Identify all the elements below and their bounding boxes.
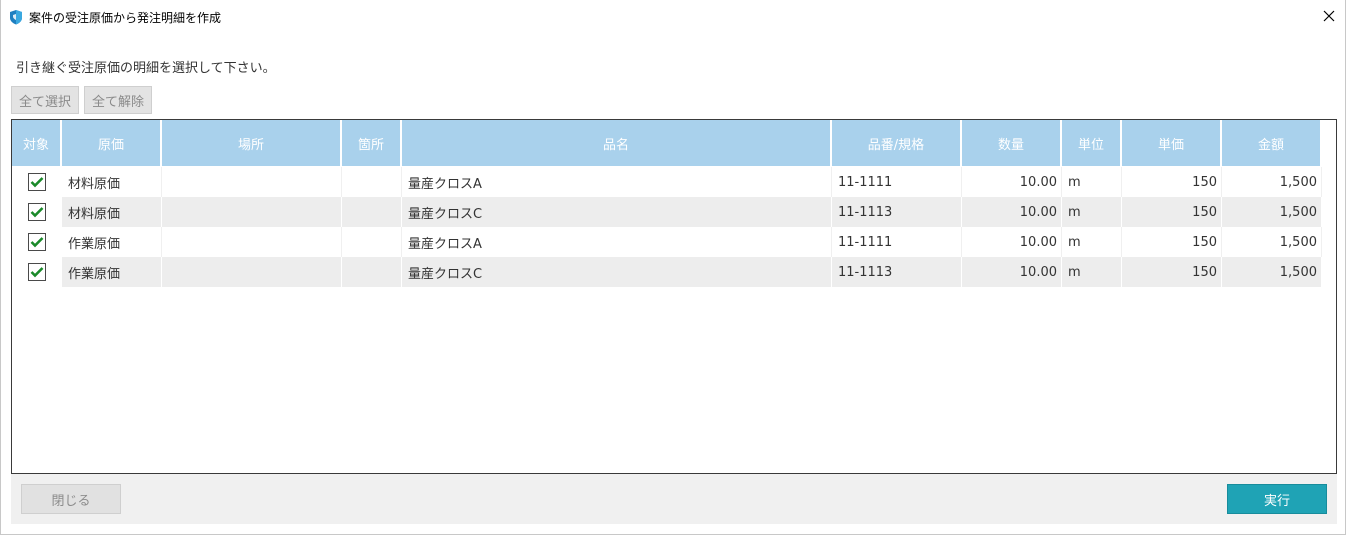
title-bar: 案件の受注原価から発注明細を作成 <box>1 0 1345 32</box>
shield-app-icon <box>9 9 23 25</box>
row-checkbox-cell[interactable] <box>12 197 62 227</box>
product-code-cell: 11-1113 <box>832 197 962 227</box>
amount-cell: 1,500 <box>1222 257 1322 287</box>
unit-price-cell: 150 <box>1122 197 1222 227</box>
unit-cell: m <box>1062 167 1122 197</box>
execute-button[interactable]: 実行 <box>1227 484 1327 514</box>
location-cell <box>162 167 342 197</box>
checkmark-icon <box>30 207 44 218</box>
spot-cell <box>342 167 402 197</box>
amount-cell: 1,500 <box>1222 227 1322 257</box>
quantity-cell: 10.00 <box>962 197 1062 227</box>
spot-cell <box>342 257 402 287</box>
product-code-cell: 11-1113 <box>832 257 962 287</box>
row-checkbox-cell[interactable] <box>12 257 62 287</box>
window-title: 案件の受注原価から発注明細を作成 <box>29 11 222 25</box>
row-checkbox[interactable] <box>28 233 46 251</box>
row-checkbox[interactable] <box>28 173 46 191</box>
quantity-cell: 10.00 <box>962 227 1062 257</box>
row-checkbox-cell[interactable] <box>12 167 62 197</box>
product-name-cell: 量産クロスC <box>402 257 832 287</box>
quantity-cell: 10.00 <box>962 257 1062 287</box>
select-all-button[interactable]: 全て選択 <box>11 86 79 114</box>
column-header-product-code[interactable]: 品番/規格 <box>832 120 962 166</box>
unit-cell: m <box>1062 257 1122 287</box>
close-icon[interactable] <box>1313 0 1345 32</box>
amount-cell: 1,500 <box>1222 167 1322 197</box>
column-header-product-name[interactable]: 品名 <box>402 120 832 166</box>
dialog-footer: 閉じる 実行 <box>11 474 1337 524</box>
row-checkbox[interactable] <box>28 203 46 221</box>
product-code-cell: 11-1111 <box>832 227 962 257</box>
cost-type-cell: 作業原価 <box>62 257 162 287</box>
product-name-cell: 量産クロスA <box>402 167 832 197</box>
unit-cell: m <box>1062 227 1122 257</box>
cost-type-cell: 材料原価 <box>62 167 162 197</box>
amount-cell: 1,500 <box>1222 197 1322 227</box>
table-row[interactable]: 作業原価 量産クロスA 11-1111 10.00 m 150 1,500 <box>12 227 1322 257</box>
column-header-amount[interactable]: 金額 <box>1222 120 1322 166</box>
column-header-unit-price[interactable]: 単価 <box>1122 120 1222 166</box>
product-code-cell: 11-1111 <box>832 167 962 197</box>
checkmark-icon <box>30 237 44 248</box>
location-cell <box>162 257 342 287</box>
column-header-quantity[interactable]: 数量 <box>962 120 1062 166</box>
unit-cell: m <box>1062 197 1122 227</box>
column-header-target[interactable]: 対象 <box>12 120 62 166</box>
row-checkbox-cell[interactable] <box>12 227 62 257</box>
location-cell <box>162 197 342 227</box>
close-button[interactable]: 閉じる <box>21 484 121 514</box>
cost-type-cell: 材料原価 <box>62 197 162 227</box>
row-checkbox[interactable] <box>28 263 46 281</box>
spot-cell <box>342 227 402 257</box>
table-row[interactable]: 作業原価 量産クロスC 11-1113 10.00 m 150 1,500 <box>12 257 1322 287</box>
column-header-spot[interactable]: 箇所 <box>342 120 402 166</box>
unit-price-cell: 150 <box>1122 257 1222 287</box>
column-header-unit[interactable]: 単位 <box>1062 120 1122 166</box>
quantity-cell: 10.00 <box>962 167 1062 197</box>
unit-price-cell: 150 <box>1122 227 1222 257</box>
unit-price-cell: 150 <box>1122 167 1222 197</box>
spot-cell <box>342 197 402 227</box>
checkmark-icon <box>30 177 44 188</box>
deselect-all-button[interactable]: 全て解除 <box>84 86 152 114</box>
table-row[interactable]: 材料原価 量産クロスC 11-1113 10.00 m 150 1,500 <box>12 197 1322 227</box>
column-header-cost[interactable]: 原価 <box>62 120 162 166</box>
cost-detail-grid: 対象 原価 場所 箇所 品名 品番/規格 数量 単位 単価 金額 材料原価 量産… <box>11 119 1337 474</box>
product-name-cell: 量産クロスC <box>402 197 832 227</box>
instruction-text: 引き継ぐ受注原価の明細を選択して下さい。 <box>16 61 276 76</box>
table-row[interactable]: 材料原価 量産クロスA 11-1111 10.00 m 150 1,500 <box>12 167 1322 197</box>
location-cell <box>162 227 342 257</box>
dialog-window: 案件の受注原価から発注明細を作成 引き継ぐ受注原価の明細を選択して下さい。 全て… <box>0 0 1346 535</box>
column-header-location[interactable]: 場所 <box>162 120 342 166</box>
cost-type-cell: 作業原価 <box>62 227 162 257</box>
product-name-cell: 量産クロスA <box>402 227 832 257</box>
checkmark-icon <box>30 267 44 278</box>
grid-header: 対象 原価 場所 箇所 品名 品番/規格 数量 単位 単価 金額 <box>12 120 1322 166</box>
